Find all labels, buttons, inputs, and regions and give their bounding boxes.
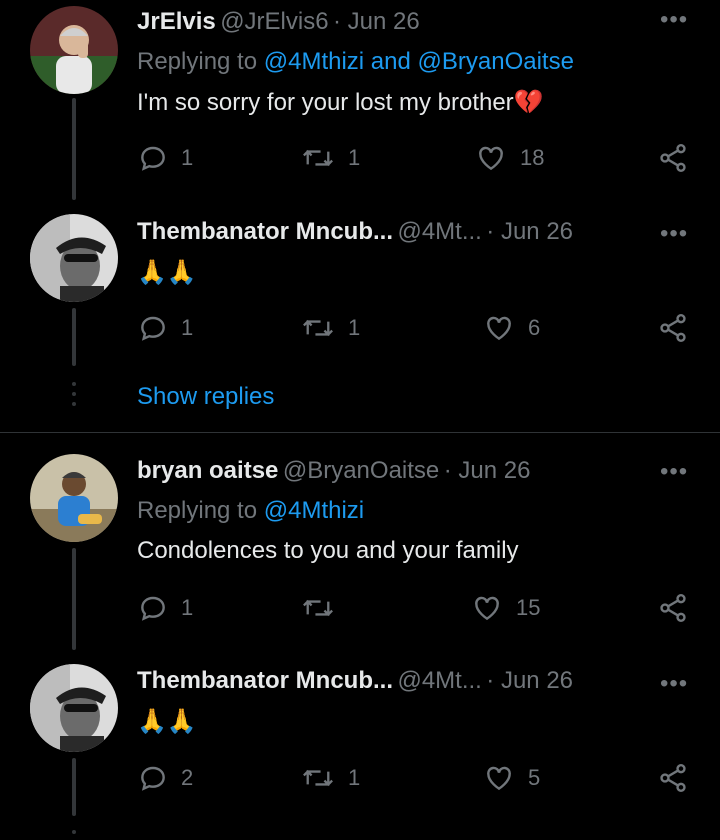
replying-to: Replying to @4Mthizi and @BryanOaitse [137, 48, 574, 76]
share-icon [660, 144, 686, 172]
avatar[interactable] [30, 6, 118, 94]
tweet-header: JrElvis @JrElvis6 · Jun 26 [137, 8, 420, 36]
avatar[interactable] [30, 454, 118, 542]
display-name[interactable]: Thembanator Mncub... [137, 218, 393, 245]
like-count: 18 [520, 145, 545, 170]
share-icon [660, 594, 686, 622]
heart-icon [487, 316, 511, 341]
replying-to-mentions[interactable]: @4Mthizi and @BryanOaitse [264, 48, 574, 75]
retweet-count: 1 [348, 765, 361, 790]
share-button[interactable] [656, 592, 690, 624]
replying-to: Replying to @4Mthizi [137, 497, 364, 525]
like-count: 6 [528, 315, 541, 340]
retweet-button[interactable] [300, 592, 348, 624]
reply-button[interactable]: 1 [137, 142, 193, 174]
like-count: 5 [528, 765, 541, 790]
share-icon [660, 314, 686, 342]
share-button[interactable] [656, 762, 690, 794]
avatar[interactable] [30, 214, 118, 302]
retweet-button[interactable]: 1 [300, 762, 360, 794]
tweet-text: I'm so sorry for your lost my brother💔 [137, 89, 544, 116]
handle[interactable]: @JrElvis6 [220, 8, 328, 35]
more-icon[interactable]: ••• [660, 220, 688, 248]
like-button[interactable]: 6 [482, 312, 540, 344]
handle[interactable]: @4Mt... [397, 667, 481, 694]
avatar[interactable] [30, 664, 118, 752]
show-replies-link[interactable]: Show replies [137, 383, 274, 411]
replying-to-prefix: Replying to [137, 48, 264, 75]
timestamp[interactable]: · Jun 26 [486, 667, 573, 694]
more-icon[interactable]: ••• [660, 6, 688, 34]
timestamp[interactable]: · Jun 26 [486, 218, 573, 245]
reply-button[interactable]: 1 [137, 592, 193, 624]
reply-icon [141, 146, 165, 171]
share-button[interactable] [656, 312, 690, 344]
reply-button[interactable]: 1 [137, 312, 193, 344]
tweet-header: Thembanator Mncub... @4Mt... · Jun 26 [137, 667, 573, 695]
more-icon[interactable]: ••• [660, 670, 688, 698]
retweet-icon [303, 319, 333, 337]
retweet-icon [303, 149, 333, 167]
replying-to-mentions[interactable]: @4Mthizi [264, 497, 364, 524]
handle[interactable]: @4Mt... [397, 218, 481, 245]
thread-line [72, 308, 76, 366]
reply-count: 1 [181, 145, 194, 170]
share-button[interactable] [656, 142, 690, 174]
tweet-header: bryan oaitse @BryanOaitse · Jun 26 [137, 457, 530, 485]
display-name[interactable]: JrElvis [137, 8, 216, 35]
retweet-button[interactable]: 1 [300, 142, 360, 174]
share-icon [660, 764, 686, 792]
timestamp[interactable]: · Jun 26 [444, 457, 531, 484]
retweet-count: 1 [348, 145, 361, 170]
divider [0, 432, 720, 433]
display-name[interactable]: Thembanator Mncub... [137, 667, 393, 694]
retweet-button[interactable]: 1 [300, 312, 360, 344]
tweet-header: Thembanator Mncub... @4Mt... · Jun 26 [137, 218, 573, 246]
reply-icon [141, 316, 165, 341]
heart-icon [487, 766, 511, 791]
thread-line [72, 98, 76, 200]
retweet-count: 1 [348, 315, 361, 340]
retweet-icon [303, 769, 333, 787]
timestamp[interactable]: · Jun 26 [333, 8, 420, 35]
thread-dots [72, 382, 76, 412]
like-button[interactable]: 18 [474, 142, 544, 174]
more-icon[interactable]: ••• [660, 458, 688, 486]
like-button[interactable]: 15 [470, 592, 540, 624]
heart-icon [479, 146, 503, 171]
retweet-icon [303, 599, 333, 617]
replying-to-prefix: Replying to [137, 497, 264, 524]
reply-count: 2 [181, 765, 194, 790]
thread-line [72, 548, 76, 650]
tweet-text: 🙏🙏 [137, 708, 197, 735]
tweet-text: 🙏🙏 [137, 259, 197, 286]
display-name[interactable]: bryan oaitse [137, 457, 278, 484]
like-count: 15 [516, 595, 541, 620]
reply-icon [141, 766, 165, 791]
like-button[interactable]: 5 [482, 762, 540, 794]
reply-count: 1 [181, 595, 194, 620]
tweet-text: Condolences to you and your family [137, 537, 519, 564]
thread-line [72, 758, 76, 816]
reply-count: 1 [181, 315, 194, 340]
handle[interactable]: @BryanOaitse [283, 457, 439, 484]
reply-icon [141, 596, 165, 621]
reply-button[interactable]: 2 [137, 762, 193, 794]
heart-icon [475, 596, 499, 621]
